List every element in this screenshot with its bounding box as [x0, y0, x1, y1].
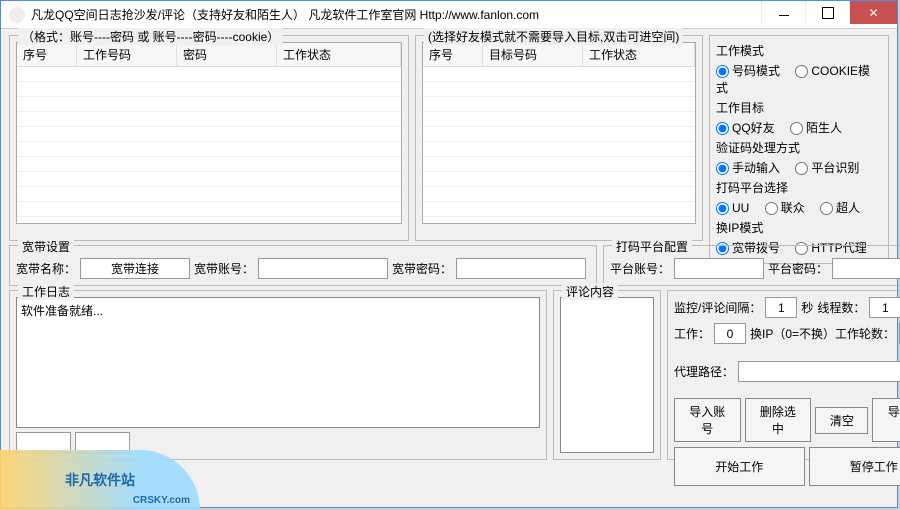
pf-account-label: 平台账号： — [610, 260, 670, 277]
small-input-2[interactable] — [75, 432, 130, 453]
radio-uu[interactable]: UU — [716, 201, 749, 215]
th-pwd: 密码 — [177, 43, 277, 66]
start-button[interactable]: 开始工作 — [674, 447, 805, 486]
right-table-caption: (选择好友模式就不需要导入目标,双击可进空间) — [424, 28, 683, 45]
bb-password-input[interactable] — [456, 258, 586, 279]
radio-num-mode[interactable]: 号码模式 — [716, 64, 780, 78]
work-mode-title: 工作模式 — [716, 42, 882, 59]
work-label: 工作： — [674, 325, 710, 342]
import-target-button[interactable]: 导入目标 — [872, 398, 900, 442]
pf-password-label: 平台密码： — [768, 260, 828, 277]
work-target-title: 工作目标 — [716, 99, 882, 116]
th-status: 工作状态 — [277, 43, 401, 66]
th-seq2: 序号 — [423, 43, 483, 66]
monitor-input[interactable] — [765, 297, 797, 318]
pause-button[interactable]: 暂停工作 — [809, 447, 900, 486]
radio-qq-friends[interactable]: QQ好友 — [716, 121, 775, 135]
thread-input[interactable] — [869, 297, 900, 318]
bb-name-input[interactable] — [80, 258, 190, 279]
platform-title: 打码平台选择 — [716, 179, 882, 196]
comment-textarea[interactable] — [560, 297, 654, 453]
accounts-table[interactable]: 序号 工作号码 密码 工作状态 — [16, 42, 402, 224]
th-worknum: 工作号码 — [77, 43, 177, 66]
import-account-button[interactable]: 导入账号 — [674, 398, 741, 442]
clear-button[interactable]: 清空 — [815, 407, 868, 434]
bb-account-label: 宽带账号： — [194, 260, 254, 277]
captcha-title: 验证码处理方式 — [716, 139, 882, 156]
monitor-label: 监控/评论间隔： — [674, 299, 761, 316]
targets-table[interactable]: 序号 目标号码 工作状态 — [422, 42, 696, 224]
pf-password-input[interactable] — [832, 258, 900, 279]
work-input[interactable] — [714, 323, 746, 344]
comment-title: 评论内容 — [562, 283, 618, 300]
th-status2: 工作状态 — [583, 43, 695, 66]
radio-lianzhong[interactable]: 联众 — [765, 201, 805, 215]
pf-account-input[interactable] — [674, 258, 764, 279]
delete-selected-button[interactable]: 删除选中 — [745, 398, 812, 442]
broadband-title: 宽带设置 — [18, 238, 74, 255]
thread-label: 线程数： — [817, 299, 865, 316]
radio-manual[interactable]: 手动输入 — [716, 161, 780, 175]
bb-account-input[interactable] — [258, 258, 388, 279]
radio-platform[interactable]: 平台识别 — [795, 161, 859, 175]
th-seq: 序号 — [17, 43, 77, 66]
bb-name-label: 宽带名称： — [16, 260, 76, 277]
radio-chaoren[interactable]: 超人 — [820, 201, 860, 215]
targets-rows — [423, 67, 695, 217]
left-table-caption: （格式：账号----密码 或 账号----密码----cookie） — [18, 28, 283, 45]
radio-strangers[interactable]: 陌生人 — [790, 121, 842, 135]
minimize-button[interactable] — [761, 1, 805, 24]
work-mode-group: 工作模式 号码模式 COOKIE模式 工作目标 QQ好友 陌生人 验证码处理方式… — [709, 35, 889, 264]
proxy-input[interactable] — [738, 361, 900, 382]
log-title: 工作日志 — [18, 283, 74, 300]
window-title: 凡龙QQ空间日志抢沙发/评论（支持好友和陌生人） 凡龙软件工作室官网 Http:… — [31, 6, 761, 23]
ip-mode-title: 换IP模式 — [716, 219, 882, 236]
bb-password-label: 宽带密码： — [392, 260, 452, 277]
platform-cfg-title: 打码平台配置 — [612, 238, 692, 255]
small-input-1[interactable] — [16, 432, 71, 453]
maximize-button[interactable] — [805, 1, 849, 24]
ipcycle-label: 换IP（0=不换）工作轮数： — [750, 325, 895, 342]
proxy-label: 代理路径： — [674, 363, 734, 380]
app-icon — [9, 7, 25, 23]
th-targetnum: 目标号码 — [483, 43, 583, 66]
close-button[interactable] — [849, 1, 897, 24]
sec-label: 秒 — [801, 299, 813, 316]
titlebar: 凡龙QQ空间日志抢沙发/评论（支持好友和陌生人） 凡龙软件工作室官网 Http:… — [1, 1, 897, 29]
log-textarea[interactable]: 软件准备就绪... — [16, 297, 540, 428]
accounts-rows — [17, 67, 401, 217]
